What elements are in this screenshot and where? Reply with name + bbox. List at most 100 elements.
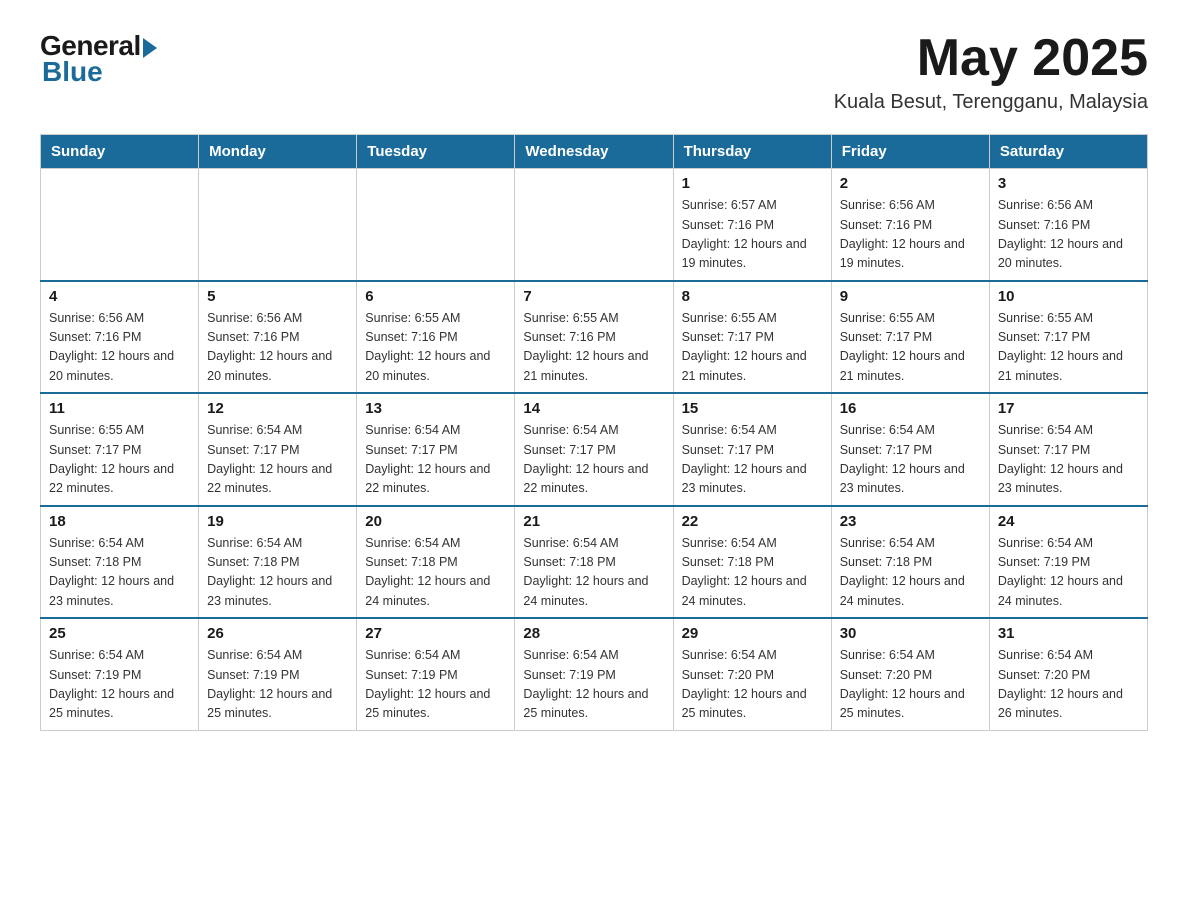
day-info: Sunrise: 6:54 AMSunset: 7:19 PMDaylight:… bbox=[998, 534, 1139, 612]
weekday-header-row: Sunday Monday Tuesday Wednesday Thursday… bbox=[41, 135, 1148, 169]
header-saturday: Saturday bbox=[989, 135, 1147, 169]
day-number: 1 bbox=[682, 175, 823, 192]
table-row: 23 Sunrise: 6:54 AMSunset: 7:18 PMDayligh… bbox=[831, 506, 989, 619]
title-area: May 2025 Kuala Besut, Terengganu, Malays… bbox=[834, 30, 1148, 114]
table-row: 12 Sunrise: 6:54 AMSunset: 7:17 PMDayligh… bbox=[199, 393, 357, 506]
day-info: Sunrise: 6:54 AMSunset: 7:17 PMDaylight:… bbox=[682, 421, 823, 499]
table-row: 13 Sunrise: 6:54 AMSunset: 7:17 PMDayligh… bbox=[357, 393, 515, 506]
day-info: Sunrise: 6:54 AMSunset: 7:17 PMDaylight:… bbox=[207, 421, 348, 499]
table-row: 20 Sunrise: 6:54 AMSunset: 7:18 PMDayligh… bbox=[357, 506, 515, 619]
table-row: 25 Sunrise: 6:54 AMSunset: 7:19 PMDayligh… bbox=[41, 618, 199, 730]
table-row: 5 Sunrise: 6:56 AMSunset: 7:16 PMDaylight… bbox=[199, 281, 357, 394]
table-row bbox=[41, 169, 199, 281]
day-number: 17 bbox=[998, 400, 1139, 417]
day-number: 25 bbox=[49, 625, 190, 642]
table-row: 10 Sunrise: 6:55 AMSunset: 7:17 PMDayligh… bbox=[989, 281, 1147, 394]
logo-blue-text: Blue bbox=[42, 56, 103, 88]
header-wednesday: Wednesday bbox=[515, 135, 673, 169]
day-number: 29 bbox=[682, 625, 823, 642]
table-row: 31Sunrise: 6:54 AMSunset: 7:20 PMDayligh… bbox=[989, 618, 1147, 730]
day-number: 11 bbox=[49, 400, 190, 417]
day-number: 4 bbox=[49, 288, 190, 305]
day-info: Sunrise: 6:55 AMSunset: 7:17 PMDaylight:… bbox=[998, 309, 1139, 387]
table-row: 15 Sunrise: 6:54 AMSunset: 7:17 PMDayligh… bbox=[673, 393, 831, 506]
header-monday: Monday bbox=[199, 135, 357, 169]
calendar-week-row: 25 Sunrise: 6:54 AMSunset: 7:19 PMDayligh… bbox=[41, 618, 1148, 730]
day-number: 24 bbox=[998, 513, 1139, 530]
day-info: Sunrise: 6:55 AMSunset: 7:16 PMDaylight:… bbox=[523, 309, 664, 387]
day-number: 3 bbox=[998, 175, 1139, 192]
table-row: 3Sunrise: 6:56 AMSunset: 7:16 PMDaylight… bbox=[989, 169, 1147, 281]
table-row: 14 Sunrise: 6:54 AMSunset: 7:17 PMDayligh… bbox=[515, 393, 673, 506]
table-row: 1 Sunrise: 6:57 AMSunset: 7:16 PMDaylight… bbox=[673, 169, 831, 281]
calendar-week-row: 4 Sunrise: 6:56 AMSunset: 7:16 PMDaylight… bbox=[41, 281, 1148, 394]
day-number: 28 bbox=[523, 625, 664, 642]
calendar-week-row: 11 Sunrise: 6:55 AMSunset: 7:17 PMDayligh… bbox=[41, 393, 1148, 506]
day-info: Sunrise: 6:54 AMSunset: 7:17 PMDaylight:… bbox=[365, 421, 506, 499]
day-number: 12 bbox=[207, 400, 348, 417]
day-info: Sunrise: 6:54 AMSunset: 7:19 PMDaylight:… bbox=[365, 646, 506, 724]
table-row: 30Sunrise: 6:54 AMSunset: 7:20 PMDayligh… bbox=[831, 618, 989, 730]
table-row: 19Sunrise: 6:54 AMSunset: 7:18 PMDayligh… bbox=[199, 506, 357, 619]
table-row: 6Sunrise: 6:55 AMSunset: 7:16 PMDaylight… bbox=[357, 281, 515, 394]
day-info: Sunrise: 6:54 AMSunset: 7:18 PMDaylight:… bbox=[682, 534, 823, 612]
day-info: Sunrise: 6:57 AMSunset: 7:16 PMDaylight:… bbox=[682, 196, 823, 274]
table-row: 17 Sunrise: 6:54 AMSunset: 7:17 PMDayligh… bbox=[989, 393, 1147, 506]
day-info: Sunrise: 6:54 AMSunset: 7:19 PMDaylight:… bbox=[49, 646, 190, 724]
table-row: 11 Sunrise: 6:55 AMSunset: 7:17 PMDayligh… bbox=[41, 393, 199, 506]
day-info: Sunrise: 6:56 AMSunset: 7:16 PMDaylight:… bbox=[840, 196, 981, 274]
day-info: Sunrise: 6:55 AMSunset: 7:17 PMDaylight:… bbox=[840, 309, 981, 387]
calendar-week-row: 1 Sunrise: 6:57 AMSunset: 7:16 PMDaylight… bbox=[41, 169, 1148, 281]
day-info: Sunrise: 6:55 AMSunset: 7:17 PMDaylight:… bbox=[49, 421, 190, 499]
table-row: 8 Sunrise: 6:55 AMSunset: 7:17 PMDaylight… bbox=[673, 281, 831, 394]
day-number: 18 bbox=[49, 513, 190, 530]
day-info: Sunrise: 6:54 AMSunset: 7:19 PMDaylight:… bbox=[207, 646, 348, 724]
table-row: 27Sunrise: 6:54 AMSunset: 7:19 PMDayligh… bbox=[357, 618, 515, 730]
day-number: 8 bbox=[682, 288, 823, 305]
table-row: 28 Sunrise: 6:54 AMSunset: 7:19 PMDayligh… bbox=[515, 618, 673, 730]
day-number: 14 bbox=[523, 400, 664, 417]
header-tuesday: Tuesday bbox=[357, 135, 515, 169]
day-number: 10 bbox=[998, 288, 1139, 305]
calendar-table: Sunday Monday Tuesday Wednesday Thursday… bbox=[40, 134, 1148, 731]
header-thursday: Thursday bbox=[673, 135, 831, 169]
table-row bbox=[199, 169, 357, 281]
day-info: Sunrise: 6:54 AMSunset: 7:18 PMDaylight:… bbox=[840, 534, 981, 612]
day-info: Sunrise: 6:54 AMSunset: 7:18 PMDaylight:… bbox=[365, 534, 506, 612]
table-row: 2 Sunrise: 6:56 AMSunset: 7:16 PMDaylight… bbox=[831, 169, 989, 281]
table-row: 21 Sunrise: 6:54 AMSunset: 7:18 PMDayligh… bbox=[515, 506, 673, 619]
page-header: General Blue May 2025 Kuala Besut, Teren… bbox=[40, 30, 1148, 114]
day-info: Sunrise: 6:56 AMSunset: 7:16 PMDaylight:… bbox=[207, 309, 348, 387]
month-title: May 2025 bbox=[834, 30, 1148, 87]
day-number: 15 bbox=[682, 400, 823, 417]
day-number: 2 bbox=[840, 175, 981, 192]
day-info: Sunrise: 6:54 AMSunset: 7:19 PMDaylight:… bbox=[523, 646, 664, 724]
day-number: 26 bbox=[207, 625, 348, 642]
table-row: 18Sunrise: 6:54 AMSunset: 7:18 PMDayligh… bbox=[41, 506, 199, 619]
header-friday: Friday bbox=[831, 135, 989, 169]
day-info: Sunrise: 6:55 AMSunset: 7:17 PMDaylight:… bbox=[682, 309, 823, 387]
day-number: 31 bbox=[998, 625, 1139, 642]
table-row: 22 Sunrise: 6:54 AMSunset: 7:18 PMDayligh… bbox=[673, 506, 831, 619]
table-row: 26 Sunrise: 6:54 AMSunset: 7:19 PMDayligh… bbox=[199, 618, 357, 730]
day-info: Sunrise: 6:54 AMSunset: 7:18 PMDaylight:… bbox=[523, 534, 664, 612]
day-info: Sunrise: 6:54 AMSunset: 7:20 PMDaylight:… bbox=[682, 646, 823, 724]
day-number: 22 bbox=[682, 513, 823, 530]
day-info: Sunrise: 6:54 AMSunset: 7:17 PMDaylight:… bbox=[998, 421, 1139, 499]
table-row: 24 Sunrise: 6:54 AMSunset: 7:19 PMDayligh… bbox=[989, 506, 1147, 619]
day-info: Sunrise: 6:56 AMSunset: 7:16 PMDaylight:… bbox=[49, 309, 190, 387]
day-info: Sunrise: 6:54 AMSunset: 7:17 PMDaylight:… bbox=[840, 421, 981, 499]
table-row: 16Sunrise: 6:54 AMSunset: 7:17 PMDayligh… bbox=[831, 393, 989, 506]
day-info: Sunrise: 6:54 AMSunset: 7:17 PMDaylight:… bbox=[523, 421, 664, 499]
logo-arrow-icon bbox=[143, 38, 157, 58]
table-row bbox=[515, 169, 673, 281]
day-info: Sunrise: 6:54 AMSunset: 7:18 PMDaylight:… bbox=[207, 534, 348, 612]
day-number: 20 bbox=[365, 513, 506, 530]
day-number: 21 bbox=[523, 513, 664, 530]
day-number: 9 bbox=[840, 288, 981, 305]
day-number: 23 bbox=[840, 513, 981, 530]
table-row: 29 Sunrise: 6:54 AMSunset: 7:20 PMDayligh… bbox=[673, 618, 831, 730]
table-row bbox=[357, 169, 515, 281]
day-number: 13 bbox=[365, 400, 506, 417]
day-number: 5 bbox=[207, 288, 348, 305]
